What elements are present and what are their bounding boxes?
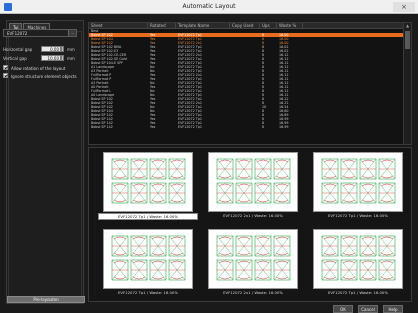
ignore-structure-row[interactable]: Ignore structure element objects (3, 73, 77, 79)
cell-template: EVF12072 Tp1 (178, 125, 202, 129)
table-row[interactable]: Bobst SP 142 Yes EVF12072 Tp1 8 16.99 (89, 125, 405, 129)
table-scrollbar[interactable]: ▲ (403, 23, 411, 144)
layout-thumbnail[interactable] (313, 152, 403, 212)
layout-caption: EVF12072 Tp1 / Waste: 16.00% (98, 213, 198, 220)
layout-thumbnail[interactable] (208, 152, 298, 212)
vertical-gap-unit: mm (67, 56, 75, 61)
layout-caption: EVF12072 Tp1 / Waste: 16.00% (328, 213, 388, 218)
layout-results-table: Sheet Rotated Template Name Copy Used Up… (88, 22, 412, 145)
close-button[interactable]: × (393, 2, 415, 12)
horizontal-gap-input[interactable]: 0.00 (41, 46, 61, 52)
vertical-gap-row: Vertical gap 10.00 mm (3, 55, 77, 62)
layout-caption: EVF12072 Tp1 / Waste: 16.00% (118, 290, 178, 295)
layout-thumbnail[interactable] (313, 229, 403, 289)
vertical-gap-spinner[interactable] (61, 55, 64, 61)
horizontal-gap-row: Horizontal gap 0.00 mm (3, 46, 77, 53)
cell-ups: 8 (262, 125, 265, 129)
table-body: Best Bobst SP 102 Yes EVF12072 Tp1 8 16.00 Bob… (89, 29, 405, 129)
scroll-thumb[interactable] (405, 31, 410, 49)
help-button[interactable]: Help (383, 305, 403, 313)
cancel-button[interactable]: Cancel (358, 305, 378, 313)
vertical-gap-label: Vertical gap (3, 56, 27, 61)
cell-sheet: Bobst SP 142 (91, 125, 113, 129)
layout-thumbnail[interactable] (103, 152, 193, 212)
left-panel: Tui Machines (6, 20, 84, 304)
layout-thumbnail[interactable] (103, 229, 193, 289)
allow-rotation-label: Allow rotation of the layout (11, 66, 66, 71)
ignore-structure-checkbox[interactable] (3, 73, 8, 78)
ignore-structure-label: Ignore structure element objects (11, 74, 77, 79)
allow-rotation-row[interactable]: Allow rotation of the layout (3, 65, 77, 71)
preset-field[interactable]: EVF12072 ... (3, 29, 77, 37)
window-title: Automatic Layout (182, 3, 236, 10)
title-bar: Automatic Layout × (0, 0, 418, 14)
pre-layout-button[interactable]: Pre-layouten (7, 296, 85, 303)
layout-caption: EVF12072 Tp1 / Waste: 16.00% (328, 290, 388, 295)
preset-value: EVF12072 (7, 31, 28, 36)
cell-copy-used (230, 125, 260, 129)
allow-rotation-checkbox[interactable] (3, 65, 8, 70)
horizontal-gap-spinner[interactable] (61, 46, 64, 52)
scroll-up-icon[interactable]: ▲ (404, 23, 411, 29)
layout-caption: EVF12072 2x1 / Waste: 16.00% (223, 213, 283, 218)
cell-rotated: Yes (150, 125, 156, 129)
layout-thumbnail[interactable] (208, 229, 298, 289)
horizontal-gap-unit: mm (67, 47, 75, 52)
cell-waste: 16.99 (279, 125, 289, 129)
ok-button[interactable]: OK (333, 305, 353, 313)
layout-caption: EVF12072 2x1 / Waste: 16.00% (223, 290, 283, 295)
vertical-gap-input[interactable]: 10.00 (41, 55, 61, 61)
preset-browse-button[interactable]: ... (68, 30, 76, 36)
horizontal-gap-label: Horizontal gap (3, 47, 33, 52)
